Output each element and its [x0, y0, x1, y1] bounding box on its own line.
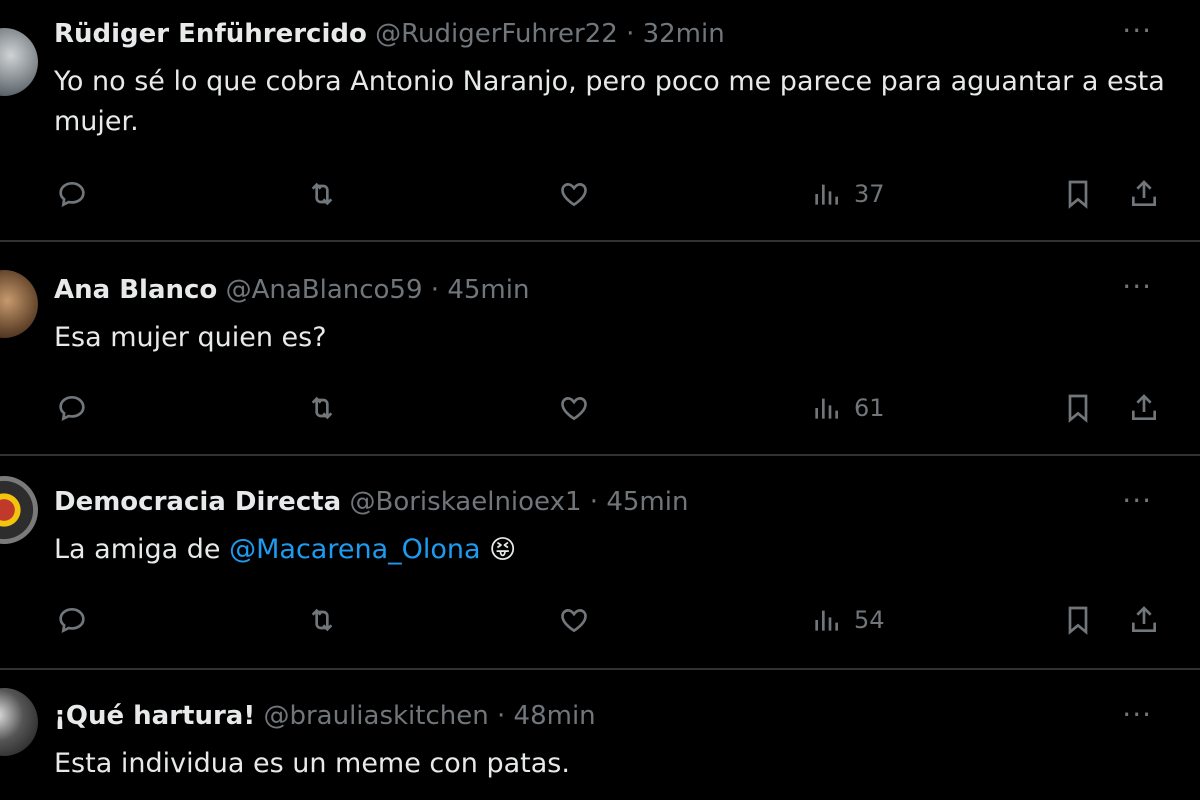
tweet-text-prefix: La amiga de	[54, 534, 230, 565]
tweet-text: Yo no sé lo que cobra Antonio Naranjo, p…	[54, 66, 1165, 137]
timestamp[interactable]: 32min	[643, 19, 725, 49]
tweet[interactable]: ¡Qué hartura! @brauliaskitchen · 48min ·…	[0, 670, 1200, 800]
tweet-text: La amiga de @Macarena_Olona 😝	[54, 530, 1174, 570]
retweet-icon	[311, 182, 333, 206]
share-icon	[1132, 606, 1156, 632]
more-options-icon[interactable]: ···	[1122, 486, 1152, 516]
author-handle[interactable]: @Boriskaelnioex1	[349, 487, 581, 517]
tweet-actions: 61	[0, 386, 1200, 430]
bookmark-button[interactable]	[1062, 598, 1094, 642]
tweet-header: Democracia Directa @Boriskaelnioex1 · 45…	[54, 482, 688, 522]
views-button[interactable]: 54	[810, 598, 885, 642]
author-handle[interactable]: @brauliaskitchen	[263, 701, 488, 731]
reply-button[interactable]	[56, 172, 88, 216]
tweet-header: Rüdiger Enführercido @RudigerFuhrer22 · …	[54, 14, 725, 54]
views-button[interactable]: 61	[810, 386, 885, 430]
mention-link[interactable]: @Macarena_Olona	[229, 534, 480, 565]
bookmark-button[interactable]	[1062, 172, 1094, 216]
retweet-button[interactable]	[306, 386, 338, 430]
avatar[interactable]	[0, 688, 38, 756]
bookmark-icon	[1068, 180, 1088, 209]
reply-button[interactable]	[56, 598, 88, 642]
views-icon	[815, 398, 838, 419]
like-button[interactable]	[558, 172, 590, 216]
heart-icon	[561, 609, 587, 633]
share-button[interactable]	[1128, 386, 1160, 430]
author-name[interactable]: Democracia Directa	[54, 487, 341, 517]
author-name[interactable]: ¡Qué hartura!	[54, 701, 255, 731]
tongue-emoji-icon: 😝	[489, 535, 517, 565]
bookmark-icon	[1068, 394, 1088, 423]
share-button[interactable]	[1128, 598, 1160, 642]
like-button[interactable]	[558, 386, 590, 430]
tweet[interactable]: Ana Blanco @AnaBlanco59 · 45min ··· Esa …	[0, 242, 1200, 456]
share-icon	[1132, 394, 1156, 420]
views-count: 61	[854, 394, 885, 422]
separator: ·	[589, 487, 599, 517]
tweet-actions: 54	[0, 598, 1200, 642]
share-icon	[1132, 180, 1156, 206]
reply-icon	[59, 607, 85, 634]
retweet-button[interactable]	[306, 172, 338, 216]
author-handle[interactable]: @AnaBlanco59	[226, 275, 423, 305]
views-button[interactable]: 37	[810, 172, 885, 216]
tweet-text: Esa mujer quien es?	[54, 322, 327, 353]
more-options-icon[interactable]: ···	[1122, 16, 1152, 46]
tweet[interactable]: Rüdiger Enführercido @RudigerFuhrer22 · …	[0, 0, 1200, 242]
separator: ·	[626, 19, 635, 49]
heart-icon	[561, 397, 587, 421]
bookmark-icon	[1068, 606, 1088, 635]
author-name[interactable]: Rüdiger Enführercido	[54, 19, 367, 49]
more-options-icon[interactable]: ···	[1122, 272, 1152, 302]
separator: ·	[497, 701, 506, 731]
tweet-header: Ana Blanco @AnaBlanco59 · 45min	[54, 270, 529, 310]
views-count: 37	[854, 180, 885, 208]
share-button[interactable]	[1128, 172, 1160, 216]
author-name[interactable]: Ana Blanco	[54, 275, 217, 305]
avatar[interactable]	[0, 476, 38, 544]
retweet-icon	[311, 608, 333, 632]
reply-button[interactable]	[56, 386, 88, 430]
views-icon	[815, 184, 838, 205]
tweet[interactable]: Democracia Directa @Boriskaelnioex1 · 45…	[0, 456, 1200, 670]
timestamp[interactable]: 45min	[447, 275, 529, 305]
views-count: 54	[854, 606, 885, 634]
timestamp[interactable]: 48min	[514, 701, 596, 731]
more-options-icon[interactable]: ···	[1122, 700, 1152, 730]
timeline: Rüdiger Enführercido @RudigerFuhrer22 · …	[0, 0, 1200, 800]
reply-icon	[59, 181, 85, 208]
heart-icon	[561, 183, 587, 207]
avatar[interactable]	[0, 270, 38, 338]
retweet-button[interactable]	[306, 598, 338, 642]
views-icon	[815, 610, 838, 631]
author-handle[interactable]: @RudigerFuhrer22	[375, 19, 618, 49]
retweet-icon	[311, 396, 333, 420]
like-button[interactable]	[558, 598, 590, 642]
tweet-header: ¡Qué hartura! @brauliaskitchen · 48min	[54, 696, 596, 736]
timestamp[interactable]: 45min	[606, 487, 688, 517]
reply-icon	[59, 395, 85, 422]
tweet-actions: 37	[0, 172, 1200, 216]
tweet-text: Esta individua es un meme con patas.	[54, 748, 570, 779]
separator: ·	[430, 275, 440, 305]
bookmark-button[interactable]	[1062, 386, 1094, 430]
avatar[interactable]	[0, 28, 38, 96]
